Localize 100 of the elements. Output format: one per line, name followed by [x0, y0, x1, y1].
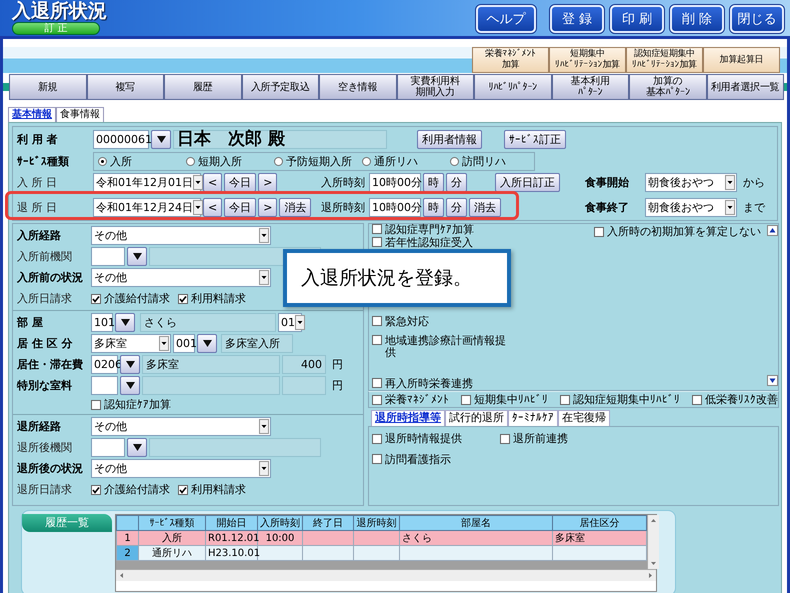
date-button[interactable]: 消去: [279, 198, 312, 217]
dropdown-field[interactable]: 朝食後おやつ: [645, 198, 737, 217]
checkbox[interactable]: [594, 226, 604, 236]
toolbar-button[interactable]: 履歴: [164, 74, 242, 100]
time-button[interactable]: 消去: [469, 198, 501, 217]
date-button[interactable]: 今日: [224, 173, 256, 192]
tab[interactable]: 基本情報: [8, 107, 56, 122]
dropdown-field[interactable]: その他: [91, 268, 271, 287]
checkbox[interactable]: [372, 316, 382, 326]
radio-button[interactable]: [362, 157, 371, 166]
radio-button[interactable]: [450, 157, 459, 166]
toolbar-button[interactable]: 新規: [9, 74, 86, 100]
time-button[interactable]: 分: [446, 198, 467, 217]
addition-button[interactable]: 栄養ﾏﾈｼﾞﾒﾝﾄ 加算: [472, 47, 549, 73]
action-button[interactable]: 閉じる: [730, 5, 784, 33]
action-button[interactable]: 削 除: [670, 5, 724, 33]
dropdown-field[interactable]: 01: [278, 313, 302, 332]
addition-button[interactable]: 短期集中 ﾘﾊﾋﾞﾘﾃｰｼｮﾝ加算: [549, 47, 626, 73]
text-field[interactable]: 101: [91, 313, 113, 332]
date-button[interactable]: <: [203, 173, 222, 192]
date-button[interactable]: <: [203, 198, 222, 217]
window-title: 入退所状況: [12, 0, 107, 22]
toolbar-button[interactable]: 利用者選択一覧: [706, 74, 784, 100]
dropdown-button[interactable]: [127, 247, 147, 266]
checkbox-label: 利用料請求: [191, 482, 246, 497]
dropdown-button[interactable]: [127, 438, 147, 457]
date-button[interactable]: >: [258, 173, 278, 192]
toolbar-button[interactable]: 基本利用 ﾊﾟﾀｰﾝ: [552, 74, 629, 100]
checkbox[interactable]: [372, 335, 382, 345]
radio-button[interactable]: [274, 157, 283, 166]
dropdown-button[interactable]: [151, 130, 171, 149]
column-header: 終了日: [302, 516, 354, 530]
user-info-button[interactable]: 利用者情報: [417, 130, 482, 149]
toolbar-button[interactable]: 入所予定取込: [242, 74, 319, 100]
field-label: 部 屋: [17, 315, 44, 330]
dropdown-field[interactable]: その他: [91, 226, 271, 245]
time-field[interactable]: 10時00分: [369, 198, 421, 217]
date-field[interactable]: 令和01年12月24日: [93, 198, 201, 217]
dropdown-field[interactable]: その他: [91, 459, 271, 478]
date-button[interactable]: >: [258, 198, 278, 217]
dropdown-button[interactable]: [120, 376, 140, 395]
text-field[interactable]: 001: [173, 334, 195, 353]
date-field[interactable]: 令和01年12月01日: [93, 173, 201, 192]
toolbar-button[interactable]: 加算の 基本ﾊﾟﾀｰﾝ: [629, 74, 706, 100]
tab[interactable]: 在宅復帰: [558, 410, 610, 426]
unit-label: 円: [332, 378, 343, 393]
checkbox[interactable]: [178, 294, 188, 304]
dropdown-field[interactable]: 朝食後おやつ: [645, 173, 737, 192]
toolbar-button[interactable]: ﾘﾊﾋﾞﾘﾊﾟﾀｰﾝ: [474, 74, 552, 100]
time-field[interactable]: 10時00分: [369, 173, 421, 192]
text-field[interactable]: [91, 376, 118, 395]
time-button[interactable]: 時: [423, 198, 444, 217]
field-label: 利 用 者: [17, 132, 59, 147]
service-correct-button[interactable]: ｻｰﾋﾞｽ訂正: [504, 130, 566, 149]
time-button[interactable]: 分: [446, 173, 467, 192]
checkbox[interactable]: [372, 454, 382, 464]
table-row[interactable]: 2 通所リハ H23.10.01: [116, 546, 646, 560]
checkbox[interactable]: [500, 434, 510, 444]
checkbox[interactable]: [372, 237, 382, 247]
dropdown-button[interactable]: [197, 334, 217, 353]
action-button[interactable]: 印 刷: [610, 5, 664, 33]
tab[interactable]: 試行的退所: [445, 410, 508, 426]
checkbox[interactable]: [461, 394, 471, 404]
checkbox[interactable]: [692, 394, 702, 404]
text-field[interactable]: [91, 438, 125, 457]
field-label: 特別な室料: [17, 378, 73, 393]
horizontal-scrollbar[interactable]: [116, 569, 656, 581]
table-row[interactable]: 1 入所 R01.12.01 10:00 さくら 多床室: [116, 530, 646, 546]
addition-button[interactable]: 加算起算日: [703, 47, 780, 73]
checkbox[interactable]: [372, 378, 382, 388]
action-button[interactable]: 登 録: [550, 5, 604, 33]
radio-button[interactable]: [186, 157, 195, 166]
checkbox[interactable]: [372, 394, 382, 404]
dropdown-field[interactable]: その他: [91, 417, 271, 436]
tab[interactable]: ﾀｰﾐﾅﾙｹｱ: [508, 410, 558, 426]
dropdown-field[interactable]: 多床室: [91, 334, 171, 353]
radio-button[interactable]: [98, 157, 107, 166]
dropdown-button[interactable]: [115, 313, 135, 332]
checkbox[interactable]: [91, 294, 101, 304]
help-button[interactable]: ヘルプ: [476, 5, 536, 33]
vertical-scrollbar[interactable]: [647, 515, 659, 569]
addition-button[interactable]: 認知症短期集中 ﾘﾊﾋﾞﾘﾃｰｼｮﾝ加算: [626, 47, 703, 73]
checkbox[interactable]: [372, 434, 382, 444]
text-field[interactable]: [91, 247, 125, 266]
checkbox[interactable]: [560, 394, 570, 404]
time-button[interactable]: 時: [423, 173, 444, 192]
tab[interactable]: 食事情報: [56, 107, 104, 122]
table-cell: [354, 546, 400, 560]
user-id-field[interactable]: 00000061: [93, 130, 149, 149]
date-correct-button[interactable]: 入所日訂正: [495, 173, 560, 192]
date-button[interactable]: 今日: [224, 198, 256, 217]
checkbox[interactable]: [91, 484, 101, 494]
toolbar-button[interactable]: 複写: [86, 74, 164, 100]
checkbox[interactable]: [91, 400, 101, 410]
checkbox[interactable]: [178, 484, 188, 494]
toolbar-button[interactable]: 空き情報: [319, 74, 396, 100]
checkbox[interactable]: [372, 224, 382, 234]
toolbar-button[interactable]: 実費利用料 期間入力: [396, 74, 474, 100]
dropdown-button[interactable]: [120, 355, 140, 374]
tab[interactable]: 退所時指導等: [371, 410, 445, 426]
